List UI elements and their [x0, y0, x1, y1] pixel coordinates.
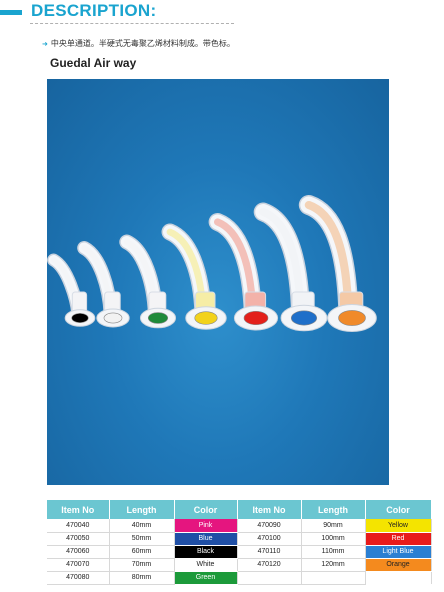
- cell-length: 90mm: [301, 519, 366, 533]
- description-line: ➜ 中央单通道。半硬式无毒聚乙烯材料制成。带色标。: [42, 38, 235, 49]
- cell-item-no: 470070: [47, 558, 110, 572]
- cell-length: 120mm: [301, 558, 366, 572]
- col-header-color: Color: [174, 500, 238, 519]
- cell-item-no: [237, 571, 302, 585]
- header-accent-bar: [0, 10, 22, 15]
- cell-item-no: 470110: [237, 545, 302, 559]
- col-header-color: Color: [365, 500, 432, 519]
- product-title: Guedal Air way: [50, 56, 137, 70]
- table-body: 470040 40mm Pink 470090 90mm Yellow 470050 50mm…: [47, 519, 432, 585]
- cell-color: Red: [365, 532, 432, 546]
- table-row: 470080 80mm Green: [47, 571, 432, 585]
- cell-color: Light Blue: [365, 545, 432, 559]
- cell-color: Green: [174, 571, 238, 585]
- section-title: DESCRIPTION:: [31, 1, 157, 20]
- cell-item-no: 470120: [237, 558, 302, 572]
- col-header-item-no: Item No: [237, 500, 302, 519]
- cell-color: Pink: [174, 519, 238, 533]
- cell-item-no: 470060: [47, 545, 110, 559]
- table-row: 470050 50mm Blue 470100 100mm Red: [47, 532, 432, 546]
- airway-device: [208, 213, 279, 331]
- spec-table: Item No Length Color Item No Length Colo…: [47, 500, 432, 585]
- cell-item-no: 470050: [47, 532, 110, 546]
- table-row: 470070 70mm White 470120 120mm Orange: [47, 558, 432, 572]
- col-header-length: Length: [109, 500, 175, 519]
- bullet-arrow-icon: ➜: [42, 40, 48, 48]
- table-row: 470060 60mm Black 470110 110mm Light Blue: [47, 545, 432, 559]
- airways-illustration: [47, 195, 377, 332]
- airway-device: [119, 234, 177, 329]
- cell-length: 60mm: [109, 545, 175, 559]
- section-header: DESCRIPTION:: [0, 0, 444, 32]
- col-header-length: Length: [301, 500, 366, 519]
- cell-item-no: 470040: [47, 519, 110, 533]
- airway-device: [47, 253, 96, 327]
- product-photo: [47, 79, 389, 485]
- table-header-row: Item No Length Color Item No Length Colo…: [47, 500, 432, 519]
- cell-color: White: [174, 558, 238, 572]
- header-divider: [30, 23, 234, 24]
- cell-item-no: 470100: [237, 532, 302, 546]
- cell-length: 50mm: [109, 532, 175, 546]
- cell-color: Orange: [365, 558, 432, 572]
- description-text: 中央单通道。半硬式无毒聚乙烯材料制成。带色标。: [50, 39, 235, 48]
- cell-length: 110mm: [301, 545, 366, 559]
- col-header-item-no: Item No: [47, 500, 110, 519]
- table-row: 470040 40mm Pink 470090 90mm Yellow: [47, 519, 432, 533]
- cell-length: [301, 571, 366, 585]
- cell-color: Yellow: [365, 519, 432, 533]
- cell-item-no: 470080: [47, 571, 110, 585]
- cell-color: Black: [174, 545, 238, 559]
- airway-device: [161, 223, 227, 330]
- cell-item-no: 470090: [237, 519, 302, 533]
- cell-color: [365, 571, 432, 585]
- cell-length: 100mm: [301, 532, 366, 546]
- cell-length: 70mm: [109, 558, 175, 572]
- cell-length: 40mm: [109, 519, 175, 533]
- cell-color: Blue: [174, 532, 238, 546]
- cell-length: 80mm: [109, 571, 175, 585]
